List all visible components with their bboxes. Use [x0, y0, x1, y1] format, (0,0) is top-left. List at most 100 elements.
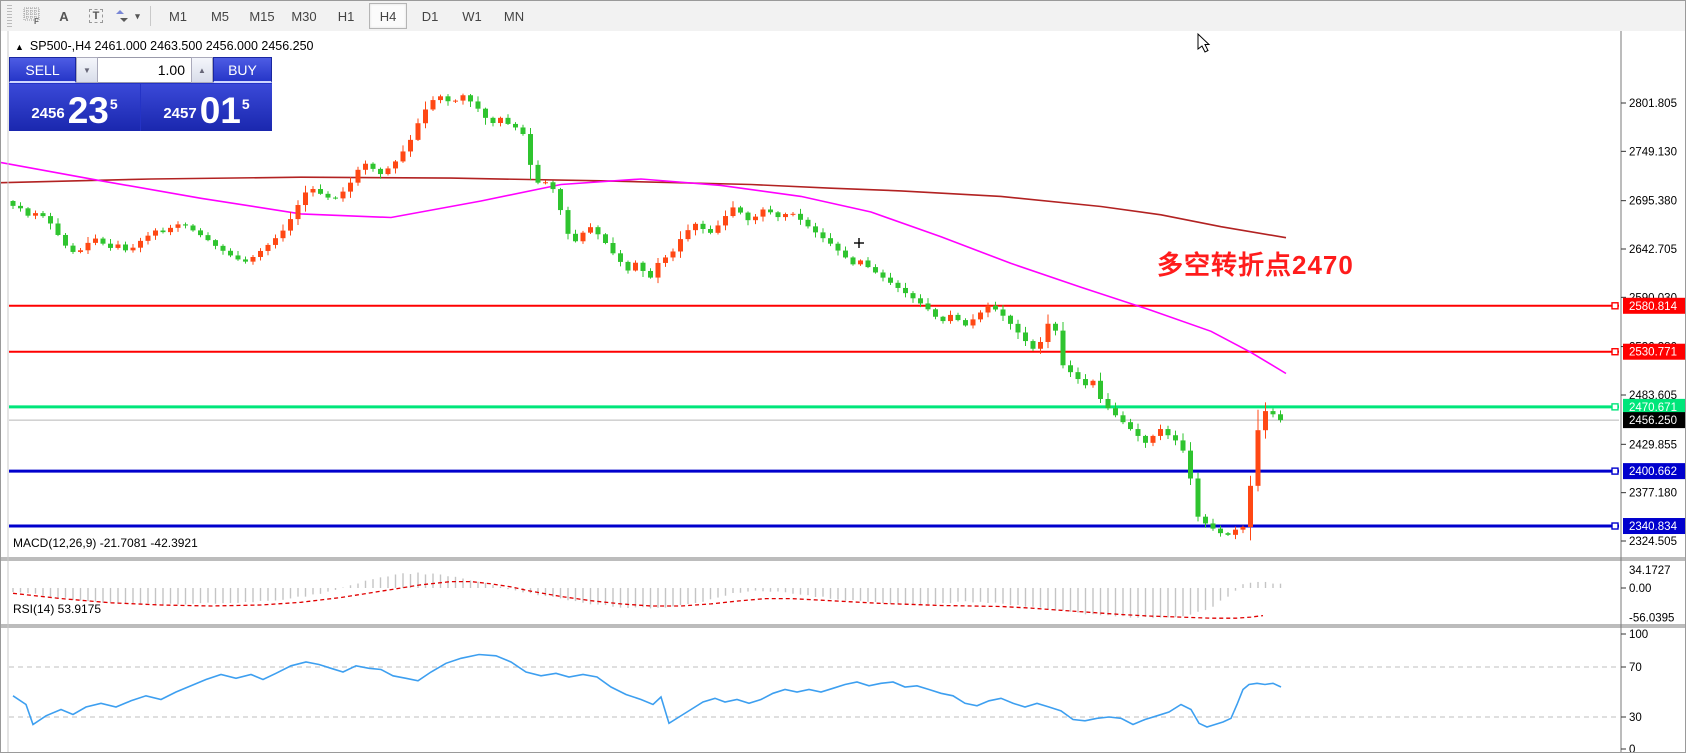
candle-body [1001, 309, 1006, 315]
rsi-scale-label: 100 [1629, 629, 1648, 641]
timeframe-h1[interactable]: H1 [327, 3, 365, 29]
candle-body [431, 100, 436, 109]
candle-body [551, 182, 556, 189]
candle-body [701, 224, 706, 229]
hline-anchor-2340.834[interactable] [1612, 523, 1618, 529]
candle-body [678, 239, 683, 251]
candle-body [1233, 530, 1238, 535]
price-tick-label: 2801.805 [1629, 98, 1677, 110]
timeframe-m30[interactable]: M30 [285, 3, 323, 29]
candle-body [956, 315, 961, 320]
timeframe-m15[interactable]: M15 [243, 3, 281, 29]
toolbar-grip[interactable] [7, 5, 12, 27]
candle-body [768, 209, 773, 212]
candle-body [888, 278, 893, 283]
candle-body [971, 319, 976, 325]
hline-price-label: 2340.834 [1629, 521, 1678, 533]
candle-body [1196, 478, 1201, 516]
candle-body [806, 220, 811, 227]
macd-scale-label: -56.0395 [1629, 613, 1674, 625]
candle-body [258, 251, 263, 257]
volume-input[interactable] [98, 57, 191, 83]
hline-anchor-2530.771[interactable] [1612, 349, 1618, 355]
sell-button[interactable]: SELL [9, 57, 76, 83]
toolbar-separator [150, 6, 151, 26]
candle-body [101, 239, 106, 244]
candle-body [1076, 372, 1081, 379]
candle-body [1031, 341, 1036, 349]
candle-body [1181, 440, 1186, 450]
timeframe-m1[interactable]: M1 [159, 3, 197, 29]
candle-body [146, 236, 151, 241]
timeframe-mn[interactable]: MN [495, 3, 533, 29]
candle-body [183, 224, 188, 225]
timeframe-h4[interactable]: H4 [369, 3, 407, 29]
candle-body [1016, 324, 1021, 333]
sell-price-display[interactable]: 2456 23 5 [9, 84, 140, 131]
candle-body [288, 219, 293, 231]
candle-body [326, 194, 331, 198]
candle-body [71, 246, 76, 252]
candle-body [423, 109, 428, 123]
candle-body [48, 216, 53, 223]
candle-body [378, 169, 383, 174]
hline-anchor-2580.814[interactable] [1612, 303, 1618, 309]
trading-terminal-window: F A T ▾ M1M5M15M30H1H4D1W1MN 2801.805274… [0, 0, 1686, 753]
candle-body [603, 234, 608, 243]
candle-body [296, 205, 301, 219]
hline-price-label: 2580.814 [1629, 301, 1678, 313]
candle-body [348, 183, 353, 192]
candle-body [176, 224, 181, 227]
price-axis[interactable]: 2801.8052749.1302695.3802642.7052590.030… [1621, 98, 1685, 548]
candle-body [1113, 408, 1118, 415]
chart-canvas[interactable]: 2801.8052749.1302695.3802642.7052590.030… [1, 31, 1686, 753]
macd-panel[interactable]: 34.17270.00-56.0395 [13, 565, 1674, 625]
collapse-icon[interactable]: ▲ [15, 42, 24, 52]
candle-body [1068, 365, 1073, 372]
letter-a-icon[interactable]: A [50, 3, 78, 29]
candle-body [566, 210, 571, 234]
candle-body [1143, 436, 1148, 443]
buy-price-small: 2457 [163, 101, 196, 127]
candle-body [963, 320, 968, 325]
hline-anchor-2470.671[interactable] [1612, 404, 1618, 410]
candle-body [506, 118, 511, 124]
arrange-arrows-icon[interactable]: ▾ [114, 3, 142, 29]
candle-body [1023, 332, 1028, 341]
candle-body [783, 214, 788, 217]
buy-price-big: 01 [200, 94, 241, 127]
candle-body [821, 232, 826, 238]
candle-body [723, 216, 728, 225]
timeframe-w1[interactable]: W1 [453, 3, 491, 29]
candle-body [753, 217, 758, 221]
candle-body [851, 257, 856, 264]
candle-body [438, 96, 443, 100]
candle-body [1151, 436, 1156, 443]
candle-body [836, 244, 841, 251]
text-box-icon[interactable]: T [82, 3, 110, 29]
candle-body [978, 313, 983, 320]
chinese-annotation-text[interactable]: 多空转折点2470 [1157, 245, 1354, 282]
volume-increase-button[interactable]: ▲ [191, 57, 213, 83]
timeframe-m5[interactable]: M5 [201, 3, 239, 29]
rsi-panel[interactable]: 10070300 [9, 629, 1648, 753]
candle-body [873, 267, 878, 272]
grid-f-icon[interactable]: F [18, 3, 46, 29]
candle-body [798, 214, 803, 220]
candle-body [1098, 381, 1103, 399]
hline-anchor-2400.662[interactable] [1612, 468, 1618, 474]
candle-body [311, 189, 316, 192]
buy-price-display[interactable]: 2457 01 5 [141, 84, 272, 131]
timeframe-d1[interactable]: D1 [411, 3, 449, 29]
volume-decrease-button[interactable]: ▼ [76, 57, 98, 83]
candle-body [446, 96, 451, 101]
candle-body [168, 228, 173, 232]
arrange-arrows-glyph [116, 8, 132, 24]
candle-body [266, 245, 271, 251]
candle-body [63, 235, 68, 246]
chart-area[interactable]: 2801.8052749.1302695.3802642.7052590.030… [1, 31, 1686, 753]
buy-button[interactable]: BUY [213, 57, 272, 83]
candle-body [1106, 399, 1111, 408]
hline-price-label: 2400.662 [1629, 466, 1677, 478]
candle-body [221, 246, 226, 251]
